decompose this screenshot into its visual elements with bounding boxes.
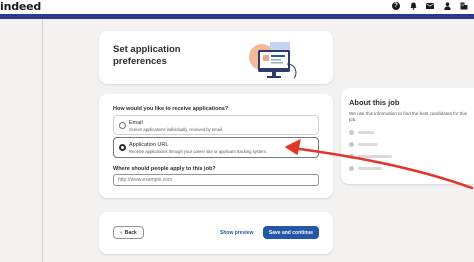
option-url-title: Application URL	[129, 142, 169, 148]
nav-icons: ?	[392, 2, 468, 10]
placeholder-row	[349, 166, 382, 171]
page-title-line2: preferences	[113, 56, 167, 67]
page-title-line1: Set application	[113, 44, 181, 55]
placeholder-dot-icon	[349, 130, 354, 135]
about-job-description: We use this information to find the best…	[349, 111, 467, 122]
placeholder-bar	[358, 143, 378, 146]
footer-actions: ‹ Back Show preview Save and continue	[99, 212, 333, 254]
placeholder-dot-icon	[349, 166, 354, 171]
about-job-title: About this job	[349, 98, 400, 107]
computer-illustration-icon	[249, 42, 297, 79]
page-title: Set application preferences	[113, 44, 223, 68]
page-divider	[42, 19, 43, 262]
brand-bar	[0, 14, 474, 19]
mail-icon[interactable]	[426, 2, 434, 10]
top-navigation: indeed ?	[0, 0, 474, 14]
placeholder-row	[349, 154, 392, 159]
back-button[interactable]: ‹ Back	[113, 226, 144, 239]
placeholder-dot-icon	[349, 142, 354, 147]
apply-url-input[interactable]	[113, 174, 319, 186]
receive-applications-label: How would you like to receive applicatio…	[113, 106, 229, 112]
bell-icon[interactable]	[409, 2, 417, 10]
placeholder-bar	[358, 155, 392, 158]
help-icon[interactable]: ?	[392, 2, 400, 10]
option-email-description: Screen applications individually, receiv…	[129, 127, 223, 132]
option-email[interactable]: Email Screen applications individually, …	[113, 115, 319, 135]
application-url-radio[interactable]	[119, 144, 126, 151]
indeed-logo[interactable]: indeed	[0, 0, 41, 13]
chevron-left-icon: ‹	[120, 229, 122, 236]
apply-url-label: Where should people apply to this job?	[113, 166, 216, 172]
option-email-title: Email	[129, 120, 143, 126]
person-icon[interactable]	[443, 2, 451, 10]
placeholder-dot-icon	[349, 154, 354, 159]
back-label: Back	[124, 229, 137, 236]
about-job-panel: About this job We use this information t…	[341, 88, 474, 184]
option-application-url[interactable]: Application URL Receive applications thr…	[113, 137, 319, 158]
placeholder-bar	[358, 131, 374, 134]
company-icon[interactable]	[460, 2, 468, 10]
placeholder-bar	[358, 167, 382, 170]
placeholder-row	[349, 142, 378, 147]
placeholder-row	[349, 130, 374, 135]
save-and-continue-button[interactable]: Save and continue	[263, 226, 319, 239]
application-preferences-form: How would you like to receive applicatio…	[99, 94, 333, 198]
show-preview-button[interactable]: Show preview	[220, 226, 253, 239]
intro-card: Set application preferences	[99, 31, 333, 84]
option-url-description: Receive applications through your career…	[129, 149, 268, 154]
email-radio[interactable]	[119, 122, 126, 129]
